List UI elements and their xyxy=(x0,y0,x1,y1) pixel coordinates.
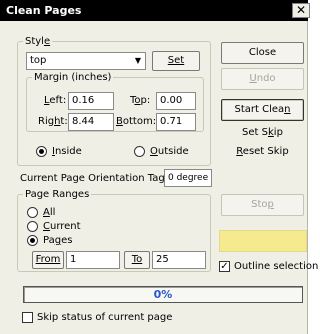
clean-pages-dialog: Clean Pages ✕ Style top ▼ Set Margin (in… xyxy=(0,0,318,334)
pages-label[interactable]: Pages xyxy=(43,235,72,246)
set-style-button[interactable]: Set xyxy=(152,51,200,71)
to-page-input[interactable]: 25 xyxy=(152,251,206,269)
bottom-margin-label: Bottom: xyxy=(116,116,157,127)
right-margin-label: Right: xyxy=(38,116,68,127)
inside-label[interactable]: Inside xyxy=(52,146,82,157)
skip-status-label[interactable]: Skip status of current page xyxy=(37,312,172,323)
window-title: Clean Pages xyxy=(6,4,82,17)
pages-radio[interactable] xyxy=(27,235,38,246)
orientation-value: 0 degree xyxy=(164,169,212,187)
progress-text: 0% xyxy=(153,288,173,301)
window-close-icon[interactable]: ✕ xyxy=(292,3,310,18)
top-margin-input[interactable]: 0.00 xyxy=(156,92,196,110)
outside-radio[interactable] xyxy=(134,146,145,157)
set-style-label: Set xyxy=(167,55,185,66)
reset-skip-button[interactable]: Reset Skip xyxy=(221,146,304,157)
orientation-label: Current Page Orientation Tag: xyxy=(20,173,169,184)
margin-legend: Margin (inches) xyxy=(34,72,112,83)
stop-button[interactable]: Stop xyxy=(221,194,304,216)
left-margin-label: Left: xyxy=(44,95,67,106)
right-margin-input[interactable]: 8.44 xyxy=(68,113,114,131)
start-clean-button[interactable]: Start Clean xyxy=(221,99,304,121)
style-select-value: top xyxy=(30,55,47,66)
inside-radio[interactable] xyxy=(36,146,47,157)
current-page-label[interactable]: Current xyxy=(43,221,81,232)
from-button[interactable]: From xyxy=(32,251,64,269)
chevron-down-icon[interactable]: ▼ xyxy=(131,53,145,69)
title-bar: Clean Pages ✕ xyxy=(0,0,310,21)
undo-button[interactable]: Undo xyxy=(221,68,304,90)
page-ranges-legend: Page Ranges xyxy=(25,189,90,200)
outline-selection-checkbox[interactable]: ✓ xyxy=(219,261,230,272)
skip-status-checkbox[interactable] xyxy=(22,312,33,323)
status-indicator xyxy=(219,230,307,252)
top-margin-label: Top: xyxy=(130,95,151,106)
current-page-radio[interactable] xyxy=(27,221,38,232)
style-select[interactable]: top ▼ xyxy=(26,52,146,70)
set-skip-button[interactable]: Set Skip xyxy=(221,127,304,138)
outline-selection-label[interactable]: Outline selection xyxy=(234,261,318,272)
all-pages-radio[interactable] xyxy=(27,207,38,218)
from-page-input[interactable]: 1 xyxy=(66,251,120,269)
progress-bar: 0% xyxy=(23,286,303,303)
left-margin-input[interactable]: 0.16 xyxy=(68,92,114,110)
to-label: To xyxy=(131,254,143,265)
all-pages-label[interactable]: All xyxy=(43,207,55,218)
outside-label[interactable]: Outside xyxy=(150,146,189,157)
style-legend: Style xyxy=(25,36,51,47)
close-button[interactable]: Close xyxy=(221,42,304,64)
bottom-margin-input[interactable]: 0.71 xyxy=(156,113,196,131)
from-label: From xyxy=(35,254,61,265)
to-button[interactable]: To xyxy=(124,251,150,269)
